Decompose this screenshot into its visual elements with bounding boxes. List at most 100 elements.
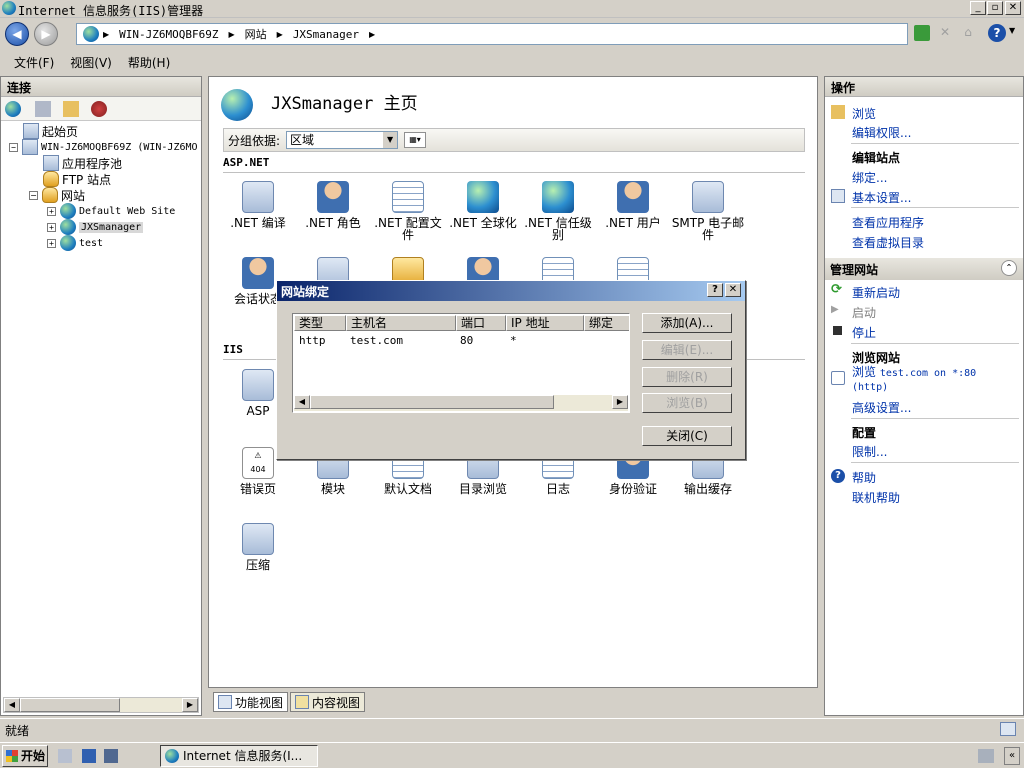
feature-smtp-email[interactable]: SMTP 电子邮件 [671, 181, 745, 241]
feature-net-globalization[interactable]: .NET 全球化 [446, 181, 520, 229]
breadcrumb-site[interactable]: JXSmanager [293, 28, 359, 41]
tray-expand-icon[interactable]: « [1004, 747, 1020, 765]
action-restart[interactable]: 重新启动 [852, 284, 900, 301]
stop-icon[interactable]: ✕ [937, 25, 953, 41]
connect-icon[interactable] [5, 101, 21, 117]
feature-net-compilation[interactable]: .NET 编译 [221, 181, 295, 229]
column-hostname[interactable]: 主机名 [346, 315, 456, 331]
home-icon[interactable]: ⌂ [960, 25, 976, 41]
tab-features-view[interactable]: 功能视图 [213, 692, 289, 712]
column-ip-address[interactable]: IP 地址 [506, 315, 584, 331]
address-bar[interactable]: ▶ WIN-JZ6MOQBF69Z ▶ 网站 ▶ JXSmanager ▶ [76, 23, 908, 45]
back-button[interactable]: ◀ [5, 22, 29, 46]
action-help[interactable]: 帮助 [852, 469, 876, 486]
action-view-virtual-directories[interactable]: 查看虚拟目录 [852, 234, 924, 251]
trust-level-icon [542, 181, 574, 213]
action-online-help[interactable]: 联机帮助 [852, 489, 900, 506]
scroll-thumb[interactable] [310, 395, 554, 409]
collapse-icon[interactable]: − [29, 190, 38, 200]
action-limits[interactable]: 限制... [852, 443, 887, 460]
tree-node-start-page[interactable]: 起始页 [23, 123, 78, 139]
connections-horizontal-scrollbar[interactable]: ◀ ▶ [3, 697, 199, 713]
tree-node-ftp-sites[interactable]: FTP 站点 [43, 171, 111, 187]
edit-binding-button[interactable]: 编辑(E)... [642, 340, 732, 360]
expand-icon[interactable]: + [47, 206, 56, 216]
show-desktop-icon[interactable] [82, 749, 96, 763]
scroll-right-icon[interactable]: ▶ [182, 698, 198, 712]
feature-net-users[interactable]: .NET 用户 [596, 181, 670, 229]
feature-compression[interactable]: 压缩 [221, 523, 295, 571]
view-mode-icon[interactable]: ▦▾ [404, 132, 427, 148]
bindings-horizontal-scrollbar[interactable]: ◀ ▶ [294, 395, 628, 411]
compilation-icon [242, 181, 274, 213]
action-browse[interactable]: 浏览 [852, 105, 876, 122]
browse-binding-button[interactable]: 浏览(B) [642, 393, 732, 413]
action-edit-permissions[interactable]: 编辑权限... [852, 124, 911, 141]
disconnect-icon[interactable] [91, 101, 107, 117]
compression-icon [242, 523, 274, 555]
action-browse-site[interactable]: 浏览 test.com on *:80 (http) [852, 366, 976, 394]
server-manager-icon[interactable] [58, 749, 72, 763]
add-binding-button[interactable]: 添加(A)... [642, 313, 732, 333]
tree-node-jxsmanager[interactable]: + JXSmanager [47, 219, 144, 235]
chevron-down-icon[interactable]: ▼ [1009, 26, 1015, 35]
scroll-thumb[interactable] [20, 698, 120, 712]
expand-icon[interactable]: + [47, 238, 56, 248]
menu-help[interactable]: 帮助(H) [120, 52, 178, 72]
action-bindings[interactable]: 绑定... [852, 169, 887, 186]
close-dialog-button[interactable]: 关闭(C) [642, 426, 732, 446]
dialog-close-icon[interactable]: ✕ [725, 283, 741, 297]
save-icon[interactable] [35, 101, 51, 117]
remove-binding-button[interactable]: 删除(R) [642, 367, 732, 387]
action-basic-settings[interactable]: 基本设置... [852, 189, 911, 206]
action-start[interactable]: 启动 [852, 304, 876, 321]
tree-node-sites[interactable]: − 网站 [29, 187, 85, 203]
chevron-right-icon: ▶ [276, 29, 283, 39]
column-type[interactable]: 类型 [294, 315, 346, 331]
collapse-section-icon[interactable]: ⌃ [1001, 260, 1017, 276]
action-advanced-settings[interactable]: 高级设置... [852, 399, 911, 416]
stop-icon [833, 326, 842, 335]
column-port[interactable]: 端口 [456, 315, 506, 331]
breadcrumb-sites[interactable]: 网站 [245, 26, 267, 42]
browse-folder-icon [831, 105, 845, 119]
minimize-button[interactable]: _ [970, 1, 986, 15]
feature-net-trust-levels[interactable]: .NET 信任级别 [521, 181, 595, 241]
menu-file[interactable]: 文件(F) [6, 52, 62, 72]
actions-header: 操作 [825, 77, 1023, 97]
divider [851, 418, 1019, 419]
scroll-left-icon[interactable]: ◀ [294, 395, 310, 409]
tree-node-default-web-site[interactable]: + Default Web Site [47, 203, 175, 219]
breadcrumb-server[interactable]: WIN-JZ6MOQBF69Z [119, 28, 218, 41]
action-stop[interactable]: 停止 [852, 324, 876, 341]
action-view-applications[interactable]: 查看应用程序 [852, 214, 924, 231]
start-button[interactable]: 开始 [2, 745, 48, 767]
powershell-icon[interactable] [104, 749, 118, 763]
group-by-select[interactable]: 区域 ▼ [286, 131, 399, 149]
tray-network-icon[interactable] [978, 749, 994, 763]
divider [851, 343, 1019, 344]
help-icon[interactable]: ? [988, 24, 1006, 42]
maximize-button[interactable]: ▫ [987, 1, 1003, 15]
expand-icon[interactable]: + [47, 222, 56, 232]
tree-node-server[interactable]: − WIN-JZ6MOQBF69Z (WIN-JZ6MO [9, 139, 198, 155]
feature-net-profile[interactable]: .NET 配置文件 [371, 181, 445, 241]
scroll-left-icon[interactable]: ◀ [4, 698, 20, 712]
tree-node-app-pools[interactable]: 应用程序池 [43, 155, 122, 171]
refresh-icon[interactable] [914, 25, 930, 41]
menu-view[interactable]: 视图(V) [62, 52, 120, 72]
collapse-icon[interactable]: − [9, 142, 18, 152]
iis-app-icon [2, 1, 16, 15]
manage-site-header: 管理网站 ⌃ [825, 258, 1023, 280]
website-globe-icon [60, 203, 76, 219]
taskbar-item-iis[interactable]: Internet 信息服务(I... [160, 745, 318, 767]
up-folder-icon[interactable] [63, 101, 79, 117]
dialog-help-button[interactable]: ? [707, 283, 723, 297]
feature-net-roles[interactable]: .NET 角色 [296, 181, 370, 229]
column-binding[interactable]: 绑定 [584, 315, 629, 331]
scroll-right-icon[interactable]: ▶ [612, 395, 628, 409]
tree-node-test[interactable]: + test [47, 235, 103, 251]
close-window-button[interactable]: ✕ [1005, 1, 1021, 15]
tab-content-view[interactable]: 内容视图 [290, 692, 366, 712]
forward-button[interactable]: ▶ [34, 22, 58, 46]
